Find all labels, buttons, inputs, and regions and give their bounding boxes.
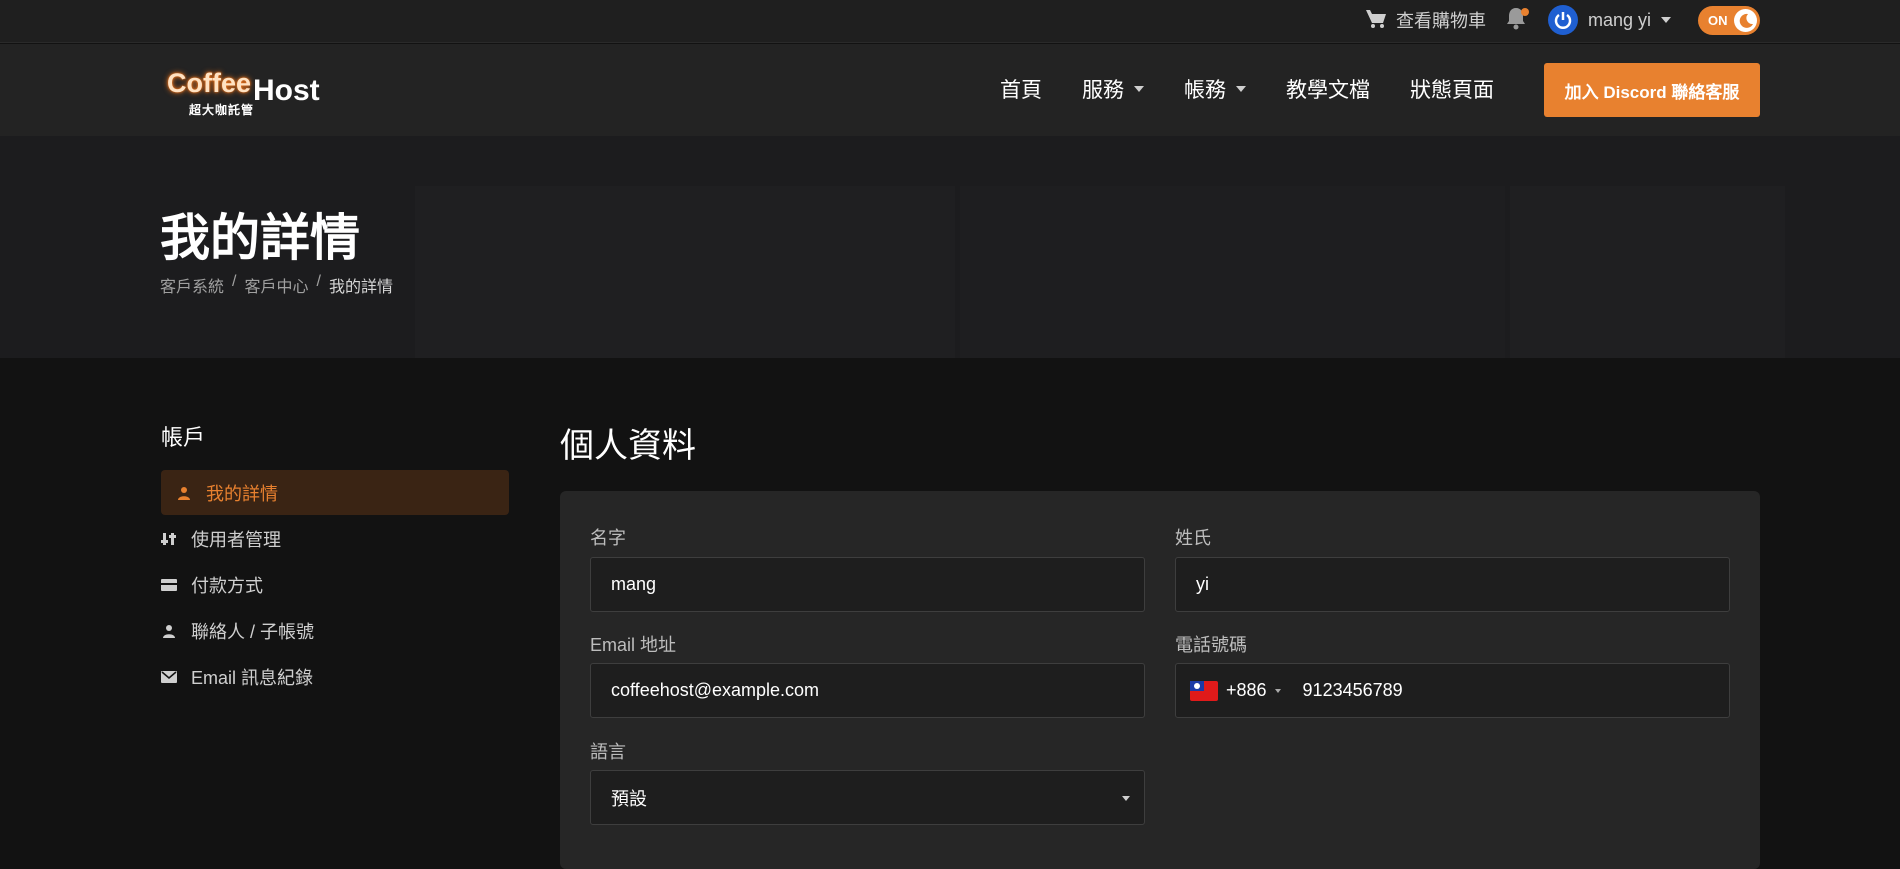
profile-card: 名字 mang 姓氏 yi Email 地址 coffeehost@exampl… — [560, 491, 1760, 869]
sidebar-menu: 我的詳情 使用者管理 付款方式 聯絡人 / 子帳號 Email 訊息紀錄 — [161, 470, 509, 700]
taiwan-flag-icon — [1190, 680, 1218, 701]
nav-billing[interactable]: 帳務 — [1184, 74, 1246, 104]
users-manage-icon — [161, 531, 177, 547]
sidebar-item-my-details[interactable]: 我的詳情 — [161, 470, 509, 515]
nav-home[interactable]: 首頁 — [1000, 74, 1042, 104]
logo[interactable]: Coffee Host 超大咖託管 — [167, 68, 327, 118]
logo-host: Host — [253, 74, 320, 107]
page-header: 我的詳情 客戶系統 / 客戶中心 / 我的詳情 — [0, 136, 1900, 358]
credit-card-icon — [161, 577, 177, 593]
phone-number: 9123456789 — [1302, 680, 1403, 700]
language-label: 語言 — [590, 742, 626, 762]
notification-dot — [1521, 8, 1529, 16]
breadcrumb: 客戶系統 / 客戶中心 / 我的詳情 — [160, 273, 393, 297]
first-name-label: 名字 — [590, 528, 626, 548]
moon-icon — [1734, 9, 1757, 32]
breadcrumb-client-system[interactable]: 客戶系統 — [160, 273, 224, 297]
logo-subtitle: 超大咖託管 — [189, 103, 255, 117]
sidebar-item-payment-methods[interactable]: 付款方式 — [161, 562, 509, 607]
power-icon — [1554, 12, 1572, 29]
top-utility-bar: 查看購物車 mang yi ON — [0, 0, 1900, 43]
sidebar-title: 帳戶 — [161, 425, 206, 450]
breadcrumb-current: 我的詳情 — [328, 279, 393, 296]
phone-label: 電話號碼 — [1175, 635, 1247, 655]
page-title: 我的詳情 — [160, 210, 360, 266]
logo-coffee: Coffee — [167, 68, 252, 98]
theme-toggle[interactable]: ON — [1698, 6, 1760, 35]
language-select[interactable]: 預設 — [590, 770, 1145, 825]
nav-status[interactable]: 狀態頁面 — [1410, 74, 1494, 104]
chevron-down-icon — [1274, 688, 1281, 693]
profile-section-title: 個人資料 — [560, 427, 696, 465]
chevron-down-icon — [1661, 17, 1672, 23]
nav-docs[interactable]: 教學文檔 — [1286, 74, 1370, 104]
sidebar-item-contacts[interactable]: 聯絡人 / 子帳號 — [161, 608, 509, 653]
chevron-down-icon — [1236, 86, 1246, 92]
phone-country-code[interactable]: +886 — [1226, 680, 1267, 701]
chevron-down-icon — [1134, 86, 1144, 92]
last-name-input[interactable]: yi — [1175, 557, 1730, 612]
notifications-button[interactable] — [1505, 6, 1529, 32]
main-navbar: Coffee Host 超大咖託管 首頁 服務 帳務 教學文檔 狀態頁面 加入 … — [0, 44, 1900, 136]
theme-toggle-label: ON — [1708, 13, 1728, 28]
cart-label: 查看購物車 — [1396, 11, 1486, 31]
user-menu[interactable]: mang yi — [1548, 5, 1672, 35]
user-icon — [176, 485, 192, 501]
breadcrumb-client-area[interactable]: 客戶中心 — [244, 273, 308, 297]
cart-icon — [1364, 8, 1388, 33]
sidebar-item-email-log[interactable]: Email 訊息紀錄 — [161, 654, 509, 699]
phone-input[interactable]: +886 9123456789 — [1175, 663, 1730, 718]
view-cart-link[interactable]: 查看購物車 — [1364, 8, 1486, 32]
avatar — [1548, 5, 1578, 35]
first-name-input[interactable]: mang — [590, 557, 1145, 612]
contact-icon — [161, 623, 177, 639]
last-name-label: 姓氏 — [1175, 528, 1211, 548]
nav-services[interactable]: 服務 — [1082, 74, 1144, 104]
email-input[interactable]: coffeehost@example.com — [590, 663, 1145, 718]
main-nav: 首頁 服務 帳務 教學文檔 狀態頁面 — [1000, 74, 1494, 104]
user-name: mang yi — [1588, 9, 1652, 30]
email-label: Email 地址 — [590, 635, 677, 655]
chevron-down-icon — [1122, 796, 1130, 801]
sidebar-item-user-management[interactable]: 使用者管理 — [161, 516, 509, 561]
join-discord-button[interactable]: 加入 Discord 聯絡客服 — [1544, 63, 1760, 117]
envelope-icon — [161, 669, 177, 685]
